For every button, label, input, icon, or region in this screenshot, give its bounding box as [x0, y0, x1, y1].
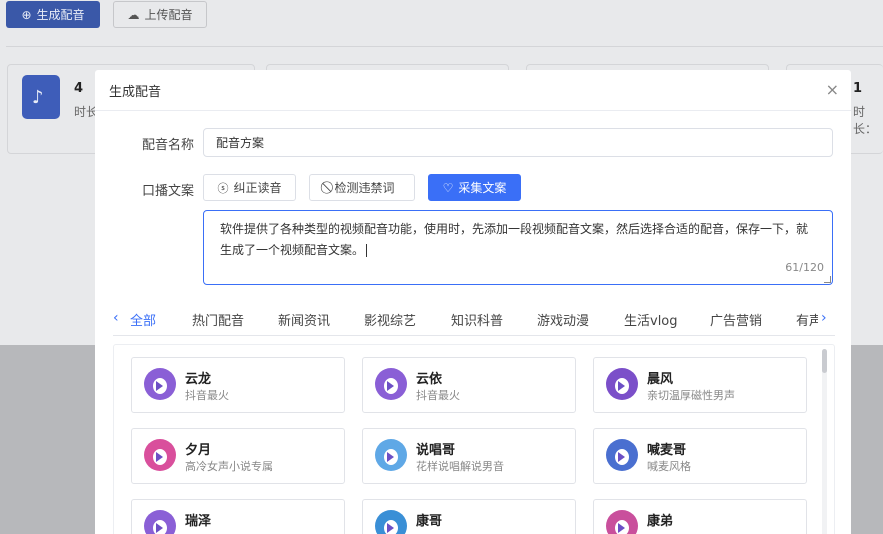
resize-handle-icon[interactable] — [824, 276, 831, 283]
voice-description: 喊麦风格 — [647, 460, 691, 473]
script-label: 口播文案 — [142, 184, 195, 199]
close-icon[interactable]: × — [826, 82, 839, 98]
voice-card[interactable]: 晨风亲切温厚磁性男声 — [593, 357, 807, 413]
detect-banned-words-button[interactable]: ⃠ 检测违禁词 — [309, 174, 415, 201]
play-icon[interactable] — [156, 381, 163, 391]
voice-description: 花样说唱解说男音 — [416, 460, 504, 473]
tab-science[interactable]: 知识科普 — [451, 310, 503, 329]
voice-avatar[interactable] — [144, 368, 176, 400]
tab-all[interactable]: 全部 — [130, 310, 156, 329]
dialog-header: 生成配音 × — [95, 70, 851, 111]
voice-name: 瑞泽 — [185, 514, 212, 529]
voice-description: 高冷女声小说专属 — [185, 460, 273, 473]
voice-name: 康哥 — [416, 514, 443, 529]
dubbing-name-input[interactable] — [203, 128, 833, 157]
voice-avatar[interactable] — [375, 510, 407, 534]
play-icon[interactable] — [387, 452, 394, 462]
voice-avatar[interactable] — [606, 368, 638, 400]
tab-vlog[interactable]: 生活vlog — [624, 310, 678, 329]
play-icon[interactable] — [618, 452, 625, 462]
voice-name: 说唱哥 — [416, 443, 456, 458]
voice-list: 云龙 抖音最火 云依 抖音最火 晨风 亲切温厚磁性男声 夕月 高冷女声小说专属 说唱哥 花样说唱解… — [113, 344, 835, 534]
voice-description: 抖音最火 — [416, 389, 460, 402]
tab-games[interactable]: 游戏动漫 — [537, 310, 589, 329]
scrollbar-thumb[interactable] — [822, 349, 827, 373]
tab-news[interactable]: 新闻资讯 — [278, 310, 330, 329]
voice-avatar[interactable] — [606, 439, 638, 471]
voice-card[interactable]: 喊麦哥 喊麦风格 — [593, 428, 807, 484]
voice-description: 抖音最火 — [185, 389, 229, 402]
tab-audio[interactable]: 有声 — [796, 310, 818, 329]
dialog-title: 生成配音 — [109, 84, 162, 100]
chevron-right-icon[interactable]: › — [821, 310, 827, 326]
play-icon[interactable] — [156, 452, 163, 462]
voice-avatar[interactable] — [144, 510, 176, 534]
voice-avatar[interactable] — [606, 510, 638, 534]
pinyin-icon: ⓢ — [217, 181, 229, 195]
voice-card[interactable]: 说唱哥花样说唱解说男音 — [362, 428, 576, 484]
script-textarea[interactable]: 软件提供了各种类型的视频配音功能，使用时，先添加一段视频配音文案，然后选择合适的… — [203, 210, 833, 285]
scrollbar[interactable] — [822, 349, 827, 534]
generate-dubbing-button[interactable]: ⊕ 生成配音 — [6, 1, 100, 28]
correct-reading-button[interactable]: ⓢ 纠正读音 — [203, 174, 296, 201]
voice-card[interactable]: 云依 抖音最火 — [362, 357, 576, 413]
voice-name: 喊麦哥 — [647, 443, 687, 458]
script-text: 软件提供了各种类型的视频配音功能，使用时，先添加一段视频配音文案，然后选择合适的… — [220, 222, 809, 257]
voice-category-tabs: ‹ 全部 热门配音 新闻资讯 影视综艺 知识科普 游戏动漫 生活vlog 广告营… — [113, 306, 835, 336]
name-label: 配音名称 — [142, 138, 195, 153]
voice-name: 云依 — [416, 372, 443, 387]
divider — [6, 46, 883, 47]
char-counter: 61/120 — [785, 261, 824, 274]
voice-name: 晨风 — [647, 372, 674, 387]
generate-dubbing-dialog: 生成配音 × 配音名称 口播文案 ⓢ 纠正读音 ⃠ 检测违禁词 ♡ 采集文案 软… — [95, 70, 851, 534]
play-icon[interactable] — [156, 523, 163, 533]
voice-name: 康弟 — [647, 514, 674, 529]
voice-card[interactable]: 瑞泽 — [131, 499, 345, 534]
play-icon[interactable] — [618, 381, 625, 391]
voice-card[interactable]: 康哥 — [362, 499, 576, 534]
tab-hot[interactable]: 热门配音 — [192, 310, 244, 329]
play-icon[interactable] — [618, 523, 625, 533]
voice-card[interactable]: 云龙 抖音最火 — [131, 357, 345, 413]
text-caret — [366, 244, 368, 257]
voice-description: 亲切温厚磁性男声 — [647, 389, 735, 402]
voice-name: 云龙 — [185, 372, 212, 387]
play-icon[interactable] — [387, 381, 394, 391]
voice-avatar[interactable] — [375, 439, 407, 471]
plus-circle-icon: ⊕ — [21, 7, 32, 22]
chevron-left-icon[interactable]: ‹ — [113, 310, 119, 326]
voice-avatar[interactable] — [144, 439, 176, 471]
tab-film[interactable]: 影视综艺 — [364, 310, 416, 329]
collect-script-button[interactable]: ♡ 采集文案 — [428, 174, 521, 201]
voice-card[interactable]: 康弟 — [593, 499, 807, 534]
voice-name: 夕月 — [185, 443, 212, 458]
tab-ads[interactable]: 广告营销 — [710, 310, 762, 329]
heart-icon: ♡ — [442, 180, 454, 195]
voice-card[interactable]: 夕月高冷女声小说专属 — [131, 428, 345, 484]
cloud-upload-icon: ☁ — [127, 7, 140, 22]
play-icon[interactable] — [387, 523, 394, 533]
music-file-icon — [22, 75, 60, 119]
voice-avatar[interactable] — [375, 368, 407, 400]
upload-dubbing-button[interactable]: ☁ 上传配音 — [113, 1, 207, 28]
